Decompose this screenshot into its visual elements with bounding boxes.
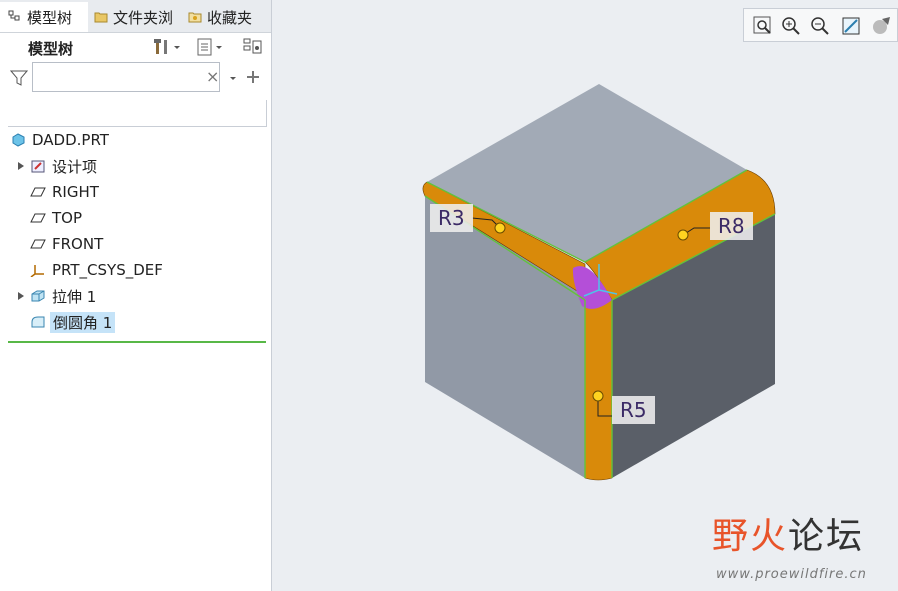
fillet-edge-r5[interactable] [584,299,613,481]
expand-arrow-icon[interactable] [16,161,26,171]
tree-columns-button[interactable] [242,36,264,58]
watermark-title-b: 论坛 [788,516,865,557]
chevron-down-icon [174,46,180,49]
tree-item-csys[interactable]: PRT_CSYS_DEF [0,258,260,282]
tree-item-label: PRT_CSYS_DEF [52,261,163,279]
model-tree-icon [8,10,20,21]
tab-model-tree[interactable]: 模型树 [0,2,88,32]
tree-item-extrude[interactable]: 拉伸 1 [0,284,260,308]
dimension-handle-r3[interactable] [494,222,506,234]
chevron-down-icon [216,46,222,49]
expand-arrow-icon[interactable] [16,291,26,301]
chevron-down-icon[interactable] [228,73,238,83]
model-viewport [422,84,776,481]
tab-model-tree-label: 模型树 [27,8,73,27]
list-icon [197,38,212,56]
folder-icon [94,12,108,23]
tab-favorites[interactable]: 收藏夹 [188,2,268,32]
settings-button[interactable] [152,36,182,58]
graphics-toolbar [743,8,898,42]
zoom-out-icon[interactable] [809,15,831,37]
dimension-r8[interactable]: R8 [710,212,753,240]
tree-item-top[interactable]: TOP [0,206,260,230]
round-icon [31,316,45,328]
panel-header: 模型树 [0,32,271,62]
filter-row: × [0,62,271,98]
favorites-icon [188,12,202,23]
tree-item-label: 拉伸 1 [52,287,97,306]
datum-plane-icon [30,187,46,197]
insert-here-indicator[interactable] [8,341,266,343]
tab-favorites-label: 收藏夹 [207,8,253,27]
dimension-r5[interactable]: R5 [612,396,655,424]
watermark-url: www.proewildfire.cn [716,567,867,582]
search-results-area [8,100,267,127]
repaint-icon[interactable] [840,15,862,37]
tree-item-label: FRONT [52,235,104,253]
model-tree-panel: 模型树 文件夹浏 收藏夹 模型树 × DADD.PRT 设计项 RIGHT TO… [0,0,272,591]
tree-item-right[interactable]: RIGHT [0,180,260,204]
dimension-r3[interactable]: R3 [430,204,473,232]
datum-plane-icon [30,213,46,223]
show-button[interactable] [196,36,224,58]
watermark-title: 野火论坛 [712,507,864,559]
tree-item-label: DADD.PRT [32,131,109,149]
add-filter-icon[interactable] [246,70,260,84]
design-items-icon [31,160,45,173]
tree-item-label: 倒圆角 1 [50,311,116,333]
display-style-icon[interactable] [870,15,892,37]
watermark-title-a: 野火 [712,516,789,557]
datum-plane-icon [30,239,46,249]
tree-item-label: 设计项 [52,157,98,176]
extrude-icon [31,290,45,302]
tab-folder-browser[interactable]: 文件夹浏 [94,2,180,32]
graphics-window[interactable]: R3 R8 R5 [272,0,898,591]
filter-input[interactable] [32,62,220,92]
tree-item-label: RIGHT [52,183,99,201]
tree-columns-icon [243,38,262,54]
clear-filter-icon[interactable]: × [206,67,219,86]
tools-icon [154,39,167,54]
tab-folder-browser-label: 文件夹浏 [113,8,174,27]
tree-item-label: TOP [52,209,83,227]
tree-item-dadd-prt[interactable]: DADD.PRT [0,128,260,152]
tree-item-front[interactable]: FRONT [0,232,260,256]
zoom-fit-icon[interactable] [752,15,774,37]
zoom-in-icon[interactable] [780,15,802,37]
filter-icon [10,70,28,86]
panel-title: 模型树 [28,40,74,58]
tree-item-round[interactable]: 倒圆角 1 [0,310,260,334]
part-icon [12,133,25,147]
csys-icon [30,265,44,277]
panel-tabs: 模型树 文件夹浏 收藏夹 [0,0,271,33]
dimension-handle-r5[interactable] [592,390,604,402]
tree-item-design-items[interactable]: 设计项 [0,154,260,178]
dimension-handle-r8[interactable] [677,229,689,241]
